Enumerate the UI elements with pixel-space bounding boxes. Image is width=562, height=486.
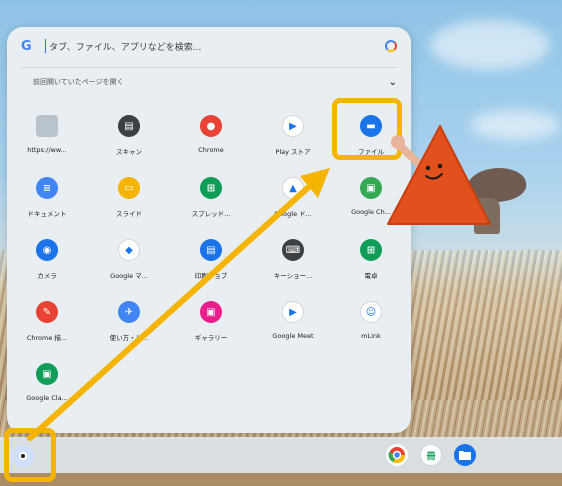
tutorial-arrow xyxy=(27,168,330,441)
mascot-character xyxy=(387,125,491,225)
highlight-launcher-button xyxy=(4,428,56,482)
